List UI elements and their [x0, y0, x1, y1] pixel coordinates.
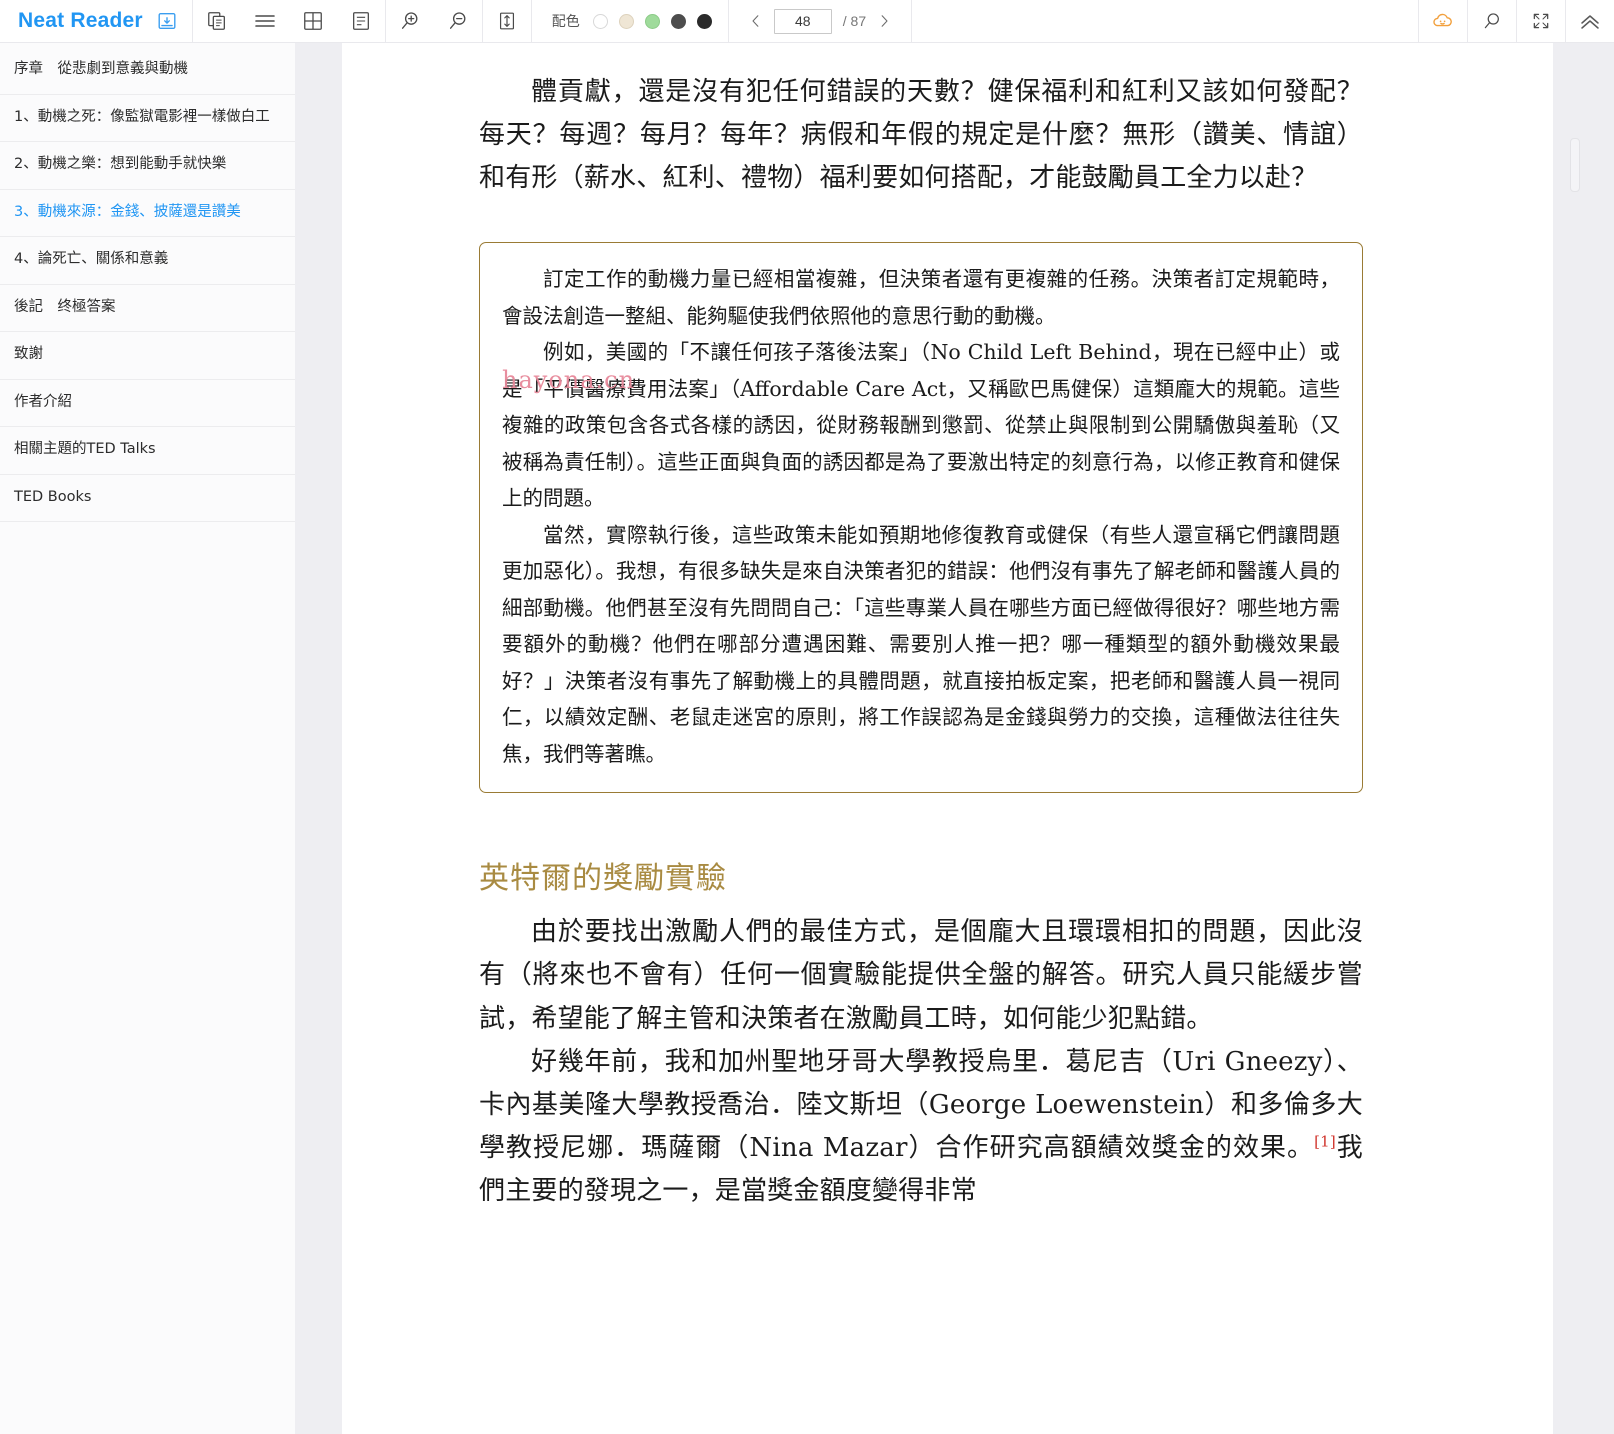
app-title: Neat Reader [18, 9, 143, 32]
reader-body: 序章 從悲劇到意義與動機 1、動機之死：像監獄電影裡一樣做白工 2、動機之樂：想… [0, 43, 1614, 1434]
page-layout-icon[interactable] [337, 0, 385, 43]
sidebar-item-5[interactable]: 後記 终極答案 [0, 285, 295, 332]
sidebar-item-9[interactable]: TED Books [0, 475, 295, 522]
section-heading: 英特爾的獎勵實驗 [479, 861, 727, 897]
search-icon[interactable] [1468, 0, 1516, 43]
cloud-sync-icon[interactable] [1419, 0, 1467, 43]
sidebar-item-4[interactable]: 4、論死亡、關係和意義 [0, 237, 295, 285]
copy-icon[interactable] [193, 0, 241, 43]
sidebar-item-8[interactable]: 相關主題的TED Talks [0, 427, 295, 475]
left-gutter [295, 43, 342, 1434]
footnote-marker[interactable]: [1] [1314, 1132, 1336, 1150]
view-tools-group [191, 0, 385, 43]
total-pages-label: / 87 [842, 13, 867, 29]
grid-layout-icon[interactable] [289, 0, 337, 43]
menu-icon[interactable] [241, 0, 289, 43]
paragraph-last: 好幾年前，我和加州聖地牙哥大學教授烏里．葛尼吉（Uri Gneezy）、卡內基美… [479, 1041, 1363, 1214]
quote-paragraph-1: 訂定工作的動機力量已經相當複雜，但決策者還有更複雜的任務。決策者訂定規範時，會設… [502, 267, 1340, 328]
swatch-black[interactable] [696, 13, 712, 29]
sidebar-item-7[interactable]: 作者介紹 [0, 380, 295, 427]
color-scheme-label: 配色 [551, 14, 580, 30]
table-of-contents-sidebar[interactable]: 序章 從悲劇到意義與動機 1、動機之死：像監獄電影裡一樣做白工 2、動機之樂：想… [0, 43, 295, 1434]
sidebar-item-2[interactable]: 2、動機之樂：想到能動手就快樂 [0, 142, 295, 190]
sidebar-item-0[interactable]: 序章 從悲劇到意義與動機 [0, 47, 295, 95]
zoom-tools-group [384, 0, 482, 43]
right-rail [1553, 43, 1614, 1434]
zoom-in-icon[interactable] [386, 0, 434, 43]
save-to-library-icon[interactable] [156, 10, 178, 32]
line-height-icon[interactable] [483, 0, 531, 43]
collapse-toolbar-icon[interactable] [1566, 0, 1614, 43]
swatch-white[interactable] [592, 13, 608, 29]
sidebar-item-6[interactable]: 致謝 [0, 332, 295, 380]
next-page-button[interactable] [871, 6, 897, 36]
sidebar-item-1[interactable]: 1、動機之死：像監獄電影裡一樣做白工 [0, 95, 295, 142]
page-number-input[interactable] [773, 8, 832, 34]
right-tools-group [1418, 0, 1614, 43]
swatch-sepia[interactable] [618, 13, 634, 29]
neat-reader-app: Neat Reader 配色 48 / 87 序章 從悲劇到意義與動機 1、動機… [0, 0, 1614, 1434]
quote-paragraph-2: 例如，美國的「不讓任何孩子落後法案」（No Child Left Behind，… [502, 340, 1340, 511]
zoom-out-icon[interactable] [434, 0, 482, 43]
paragraph-top: 體貢獻，還是沒有犯任何錯誤的天數？健保福利和紅利又該如何發配？每天？每週？每月？… [479, 77, 1363, 194]
brand-area: Neat Reader [0, 0, 192, 43]
vertical-scrollbar-thumb[interactable] [1570, 138, 1580, 192]
swatch-green[interactable] [644, 13, 660, 29]
reading-pane[interactable]: 體貢獻，還是沒有犯任何錯誤的天數？健保福利和紅利又該如何發配？每天？每週？每月？… [342, 43, 1553, 1434]
top-toolbar: Neat Reader 配色 48 / 87 [0, 0, 1614, 43]
pagination-group: / 87 [727, 0, 913, 43]
sidebar-item-3[interactable]: 3、動機來源：金錢、披薩還是讚美 [0, 190, 295, 237]
quote-paragraph-3: 當然，實際執行後，這些政策未能如預期地修復教育或健保（有些人還宣稱它們讓問題更加… [502, 522, 1340, 766]
book-page: 體貢獻，還是沒有犯任何錯誤的天數？健保福利和紅利又該如何發配？每天？每週？每月？… [342, 43, 1553, 1434]
quote-box: 訂定工作的動機力量已經相當複雜，但決策者還有更複雜的任務。決策者訂定規範時，會設… [479, 242, 1363, 794]
previous-page-button[interactable] [743, 6, 769, 36]
fullscreen-icon[interactable] [1517, 0, 1565, 43]
color-scheme-group: 配色 [530, 0, 728, 43]
swatch-dark-gray[interactable] [670, 13, 686, 29]
paragraph-after-heading: 由於要找出激勵人們的最佳方式，是個龐大且環環相扣的問題，因此沒有（將來也不會有）… [479, 917, 1363, 1034]
line-height-group [481, 0, 531, 43]
paragraph-last-part-a: 好幾年前，我和加州聖地牙哥大學教授烏里．葛尼吉（Uri Gneezy）、卡內基美… [479, 1046, 1363, 1164]
